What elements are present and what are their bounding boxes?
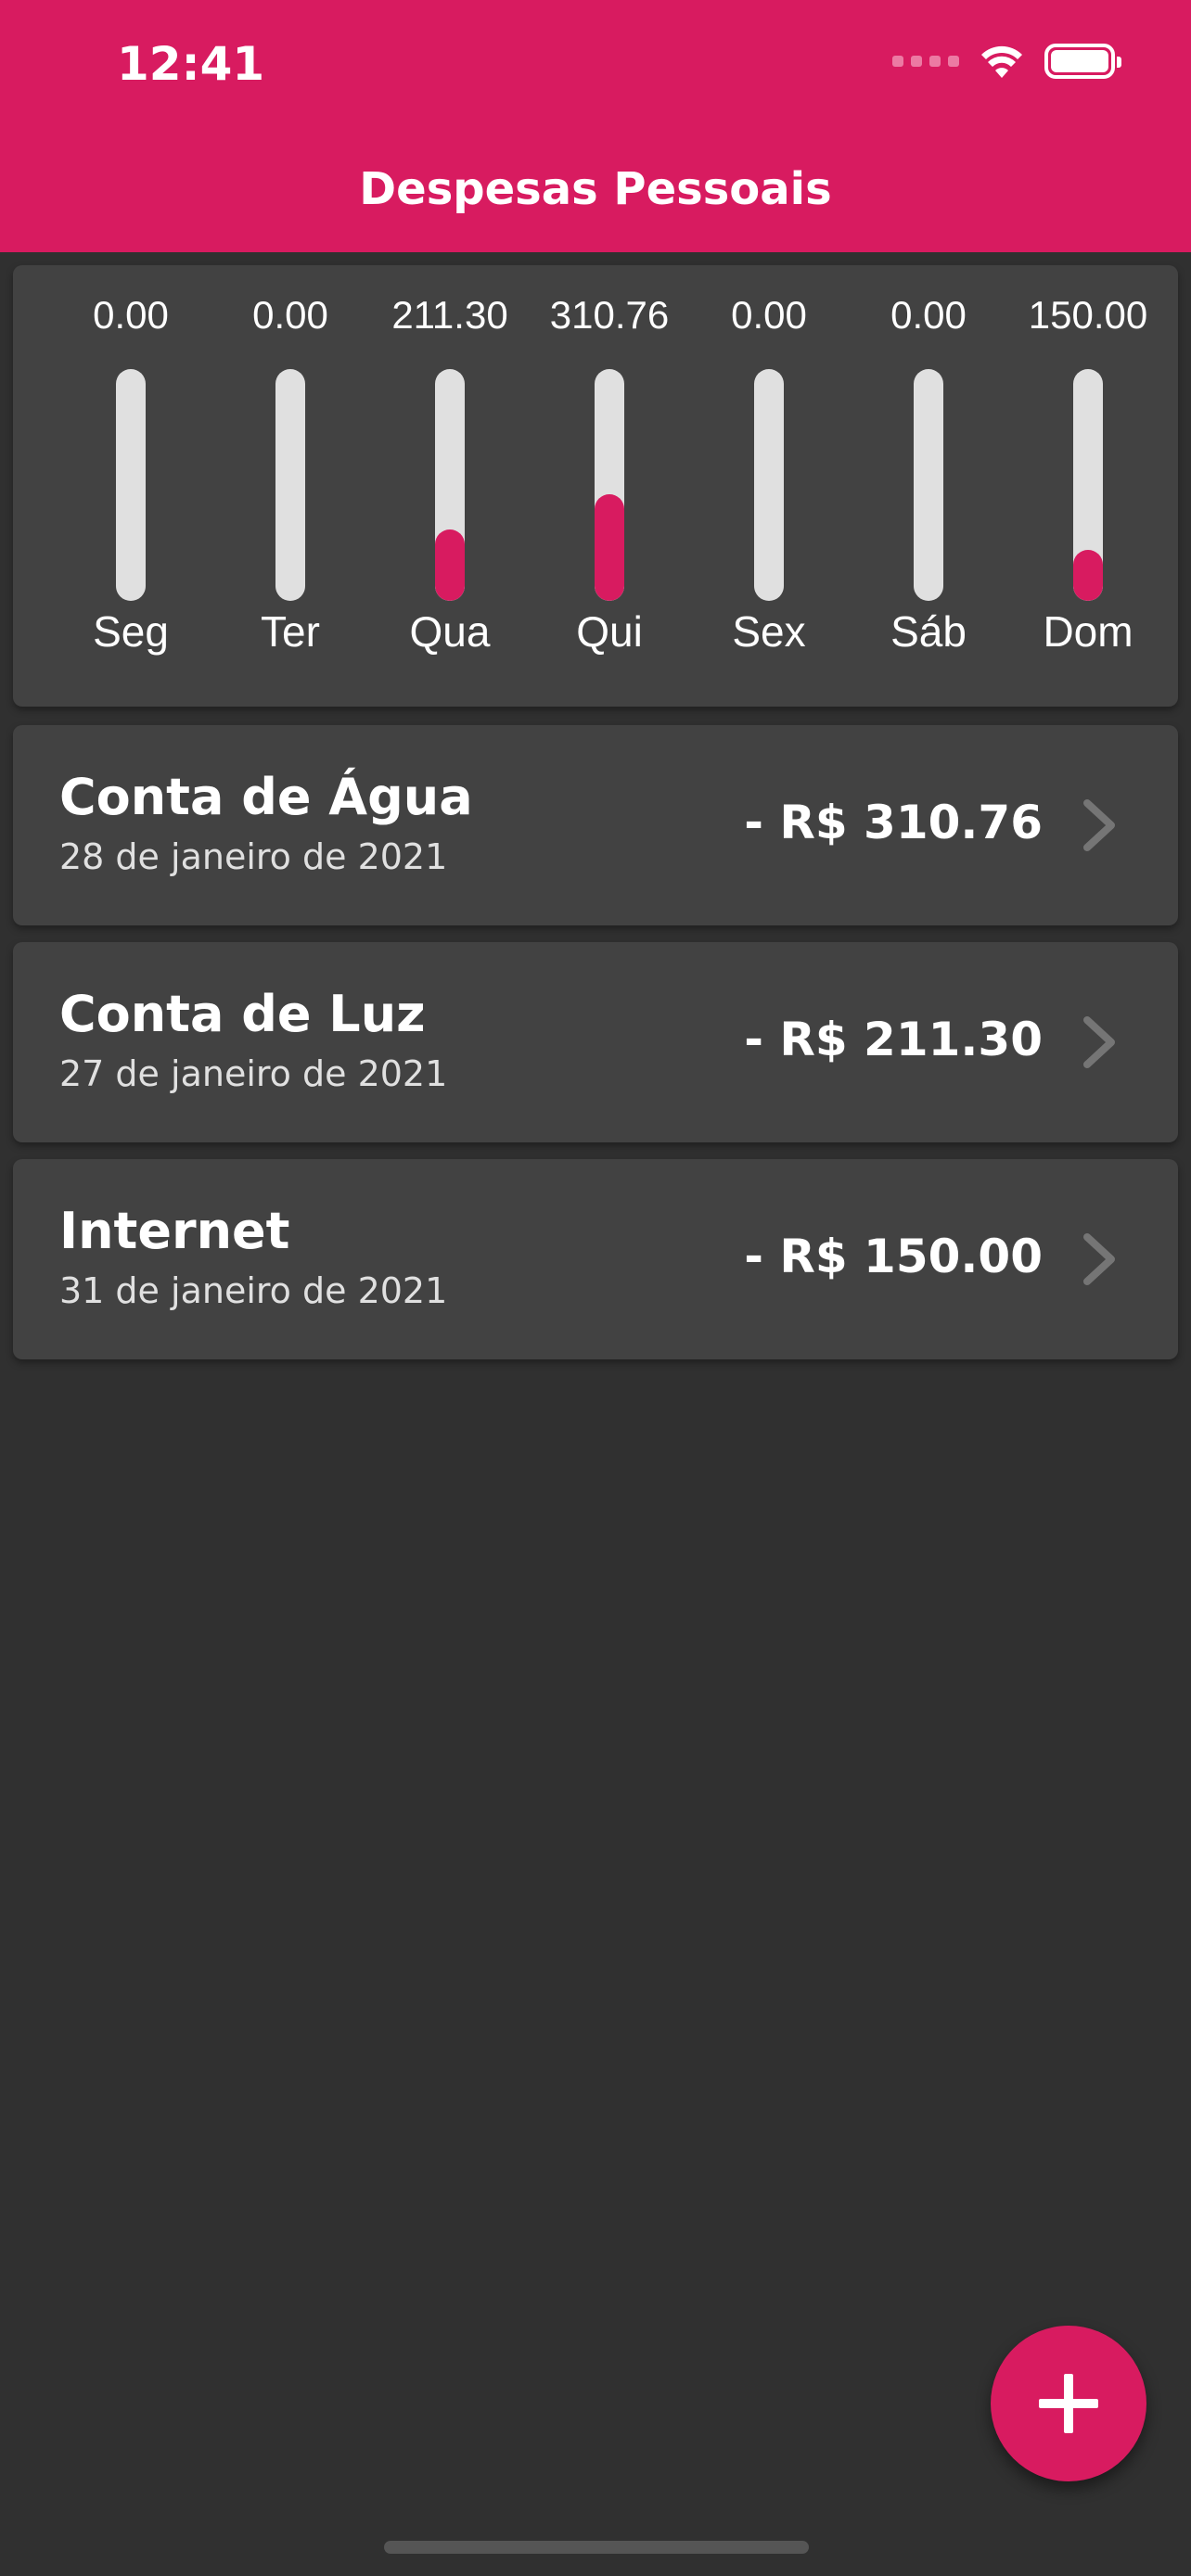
chevron-right-icon[interactable] [1070, 1013, 1126, 1072]
transaction-date: 28 de janeiro de 2021 [59, 836, 448, 877]
bar-fill [435, 529, 465, 601]
chart-bar-7: 150.00 Dom [1009, 265, 1167, 707]
wifi-icon [981, 45, 1022, 78]
chart-bar-4: 310.76 Qui [531, 265, 688, 707]
transaction-amount: - R$ 150.00 [744, 1230, 1043, 1283]
signal-icon [892, 56, 959, 67]
bar-value-label: 310.76 [549, 293, 670, 337]
bar-day-label: Qua [409, 607, 491, 656]
bar-value-label: 0.00 [890, 293, 967, 337]
chart-bar-3: 211.30 Qua [371, 265, 529, 707]
transaction-item[interactable]: Conta de Água 28 de janeiro de 2021 - R$ 3… [13, 725, 1178, 925]
bar-day-label: Ter [261, 607, 320, 656]
chevron-right-icon[interactable] [1070, 1230, 1126, 1289]
bar-value-label: 0.00 [93, 293, 169, 337]
transaction-title: Internet [59, 1202, 290, 1260]
bar-track [435, 369, 465, 601]
bar-value-label: 0.00 [252, 293, 328, 337]
bar-track [275, 369, 305, 601]
add-transaction-button[interactable] [991, 2326, 1146, 2481]
weekly-chart: 0.00 Seg 0.00 Ter 211.30 Qua 310.76 Qui 0.00 Sex 0… [13, 265, 1178, 707]
status-time: 12:41 [117, 37, 265, 91]
chevron-right-icon[interactable] [1070, 796, 1126, 855]
bar-value-label: 150.00 [1028, 293, 1148, 337]
page-title: Despesas Pessoais [359, 163, 832, 215]
app-bar: 12:41 Despesas Pessoais [0, 0, 1191, 252]
transaction-title: Conta de Luz [59, 985, 426, 1043]
transaction-amount: - R$ 211.30 [744, 1013, 1043, 1066]
bar-track [116, 369, 146, 601]
status-icons [892, 43, 1121, 80]
bar-value-label: 211.30 [391, 293, 508, 337]
transaction-item[interactable]: Internet 31 de janeiro de 2021 - R$ 150.00 [13, 1159, 1178, 1359]
bar-day-label: Sáb [890, 607, 967, 656]
transaction-item[interactable]: Conta de Luz 27 de janeiro de 2021 - R$ 21… [13, 942, 1178, 1142]
app-screen: 12:41 Despesas Pessoais 0.00 Seg 0.00 Ter 21… [0, 0, 1191, 2576]
transaction-amount: - R$ 310.76 [744, 796, 1043, 849]
bar-fill [595, 494, 624, 601]
chart-bar-5: 0.00 Sex [690, 265, 848, 707]
plus-icon [1039, 2374, 1098, 2433]
bar-track [754, 369, 784, 601]
chart-bar-2: 0.00 Ter [211, 265, 369, 707]
bar-track [595, 369, 624, 601]
transaction-date: 31 de janeiro de 2021 [59, 1270, 448, 1311]
transaction-title: Conta de Água [59, 768, 473, 826]
battery-icon [1044, 44, 1121, 79]
chart-bar-6: 0.00 Sáb [850, 265, 1007, 707]
transaction-date: 27 de janeiro de 2021 [59, 1053, 448, 1094]
bar-day-label: Sex [732, 607, 806, 656]
bar-value-label: 0.00 [731, 293, 807, 337]
home-indicator[interactable] [384, 2541, 809, 2554]
bar-day-label: Dom [1043, 607, 1133, 656]
bar-fill [1073, 550, 1103, 601]
bar-day-label: Seg [93, 607, 169, 656]
bar-track [1073, 369, 1103, 601]
chart-bar-1: 0.00 Seg [52, 265, 210, 707]
bar-track [914, 369, 943, 601]
bar-day-label: Qui [576, 607, 643, 656]
